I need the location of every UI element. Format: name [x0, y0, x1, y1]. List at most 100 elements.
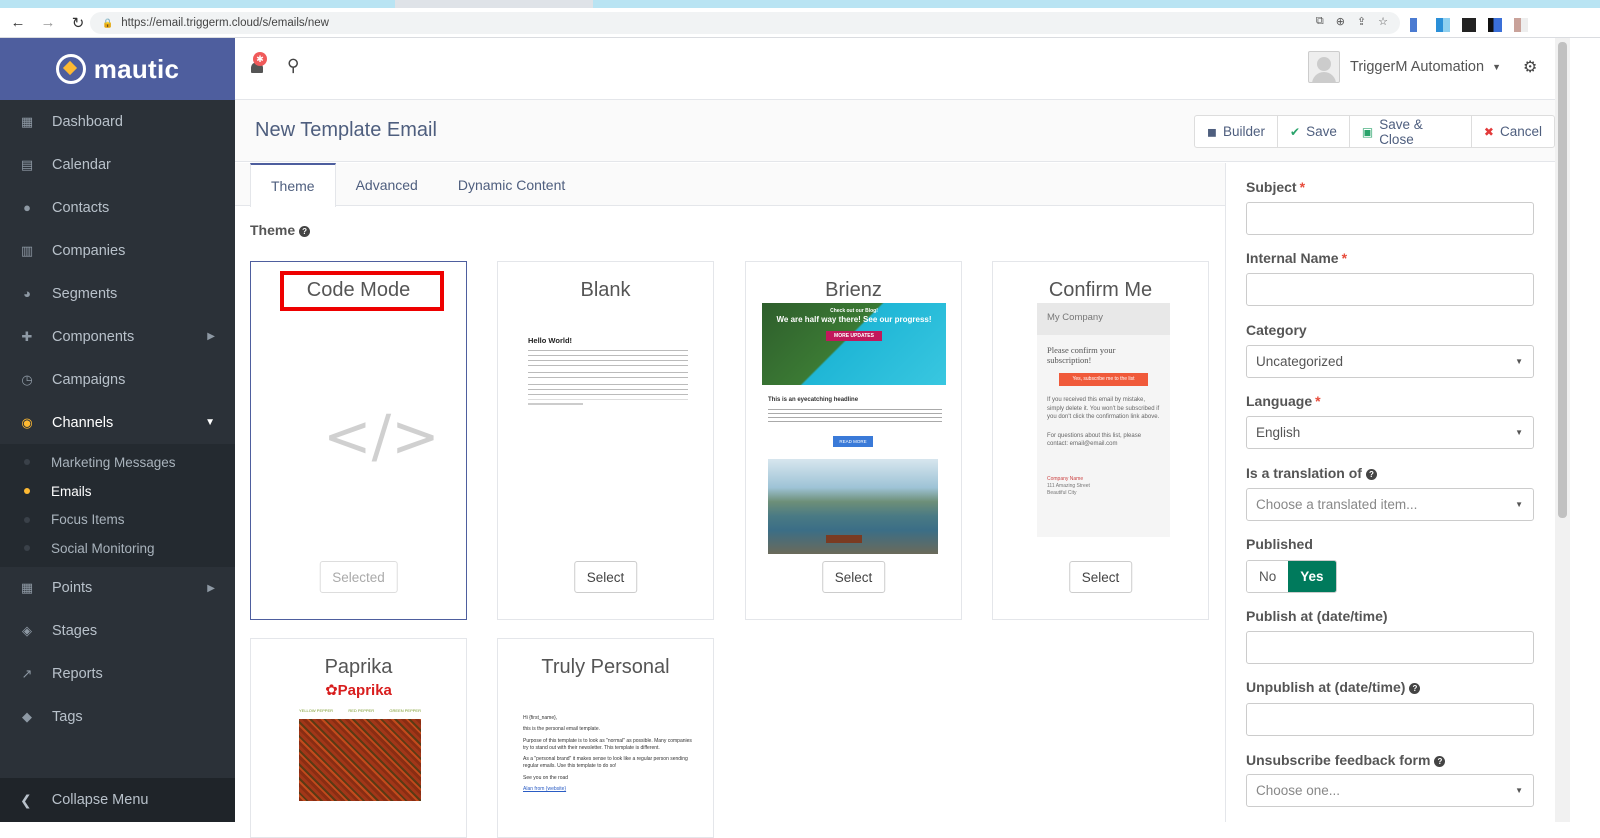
- unsubscribe-form-select[interactable]: Choose one... ▼: [1246, 774, 1534, 807]
- sidebar-item-channels[interactable]: ◉ Channels ▼: [0, 401, 235, 444]
- extension-icon[interactable]: [1462, 18, 1476, 32]
- sidebar-item-components[interactable]: ✚ Components ▶: [0, 315, 235, 358]
- translation-select[interactable]: Choose a translated item... ▼: [1246, 488, 1534, 521]
- help-icon[interactable]: ?: [1409, 683, 1421, 694]
- browser-tab[interactable]: [593, 0, 1600, 8]
- select-button[interactable]: Select: [1068, 561, 1133, 593]
- sidebar-item-reports[interactable]: ↗ Reports: [0, 653, 235, 696]
- internal-name-label: Internal Name *: [1246, 250, 1347, 266]
- help-icon[interactable]: ?: [1434, 756, 1446, 767]
- preview-text-lines: [528, 384, 688, 396]
- calculator-icon: ▦: [20, 580, 34, 596]
- save-label: Save: [1306, 124, 1337, 139]
- cancel-button[interactable]: ✖ Cancel: [1472, 116, 1554, 147]
- tab-theme[interactable]: Theme: [250, 163, 336, 207]
- sidebar-item-tags[interactable]: ◆ Tags: [0, 696, 235, 739]
- internal-name-input[interactable]: [1246, 273, 1534, 306]
- forward-icon[interactable]: →: [36, 11, 60, 35]
- user-menu[interactable]: TriggerM Automation ▼: [1308, 51, 1501, 83]
- theme-card-title: Confirm Me: [1048, 279, 1153, 301]
- sidebar-item-companies[interactable]: ▥ Companies: [0, 229, 235, 272]
- browser-tab-strip: [0, 0, 1600, 8]
- share-icon[interactable]: ⇪: [1357, 15, 1366, 28]
- subject-input[interactable]: [1246, 202, 1534, 235]
- page-scrollbar[interactable]: [1555, 38, 1570, 822]
- scrollbar-thumb[interactable]: [1558, 42, 1567, 518]
- extension-icon[interactable]: [1488, 18, 1502, 32]
- sidebar-subitem-focus-items[interactable]: Focus Items: [0, 505, 235, 534]
- lock-icon[interactable]: 🔒: [102, 18, 113, 29]
- category-select[interactable]: Uncategorized ▼: [1246, 345, 1534, 378]
- collapse-menu-button[interactable]: ❮ Collapse Menu: [0, 778, 235, 822]
- builder-button[interactable]: ◼ Builder: [1195, 116, 1278, 147]
- sidebar-subitem-social-monitoring[interactable]: Social Monitoring: [0, 534, 235, 563]
- sidebar-subitem-marketing-messages[interactable]: Marketing Messages: [0, 448, 235, 477]
- search-icon[interactable]: ⚲: [287, 56, 299, 76]
- subject-label-text: Subject: [1246, 179, 1297, 195]
- sidebar-subitem-emails[interactable]: Emails: [0, 477, 235, 506]
- language-value: English: [1256, 425, 1301, 440]
- selected-button[interactable]: Selected: [319, 561, 398, 593]
- translate-icon[interactable]: ⧉: [1316, 15, 1324, 28]
- notifications-bell-icon[interactable]: ✱: [249, 52, 267, 74]
- preview-bench: [826, 535, 862, 543]
- required-marker: *: [1315, 393, 1321, 409]
- bookmark-star-icon[interactable]: ☆: [1378, 15, 1388, 28]
- extension-icon[interactable]: [1436, 18, 1450, 32]
- sidebar-item-stages[interactable]: ◈ Stages: [0, 610, 235, 653]
- help-icon[interactable]: ?: [299, 226, 311, 237]
- cube-icon: ◼: [1207, 124, 1217, 139]
- unsubscribe-form-label-text: Unsubscribe feedback form: [1246, 752, 1431, 768]
- browser-toolbar: ← → ↻ 🔒 https://email.triggerm.cloud/s/e…: [0, 8, 1600, 38]
- sidebar-item-campaigns[interactable]: ◷ Campaigns: [0, 358, 235, 401]
- preview-banner-small: Check out our Blog!: [830, 308, 878, 314]
- theme-card-code-mode[interactable]: Code Mode </> Selected: [250, 261, 467, 620]
- extension-icon[interactable]: [1410, 18, 1424, 32]
- theme-card-paprika[interactable]: Paprika ✿Paprika YELLOW PEPPER RED PEPPE…: [250, 638, 467, 838]
- address-bar[interactable]: 🔒 https://email.triggerm.cloud/s/emails/…: [90, 12, 1400, 34]
- save-close-button[interactable]: ▣ Save & Close: [1350, 116, 1472, 147]
- paprika-nav-item: RED PEPPER: [348, 708, 375, 713]
- tab-advanced[interactable]: Advanced: [336, 163, 438, 206]
- save-close-label: Save & Close: [1379, 116, 1423, 147]
- theme-card-confirm-me[interactable]: Confirm Me My Company Please confirm you…: [992, 261, 1209, 620]
- language-select[interactable]: English ▼: [1246, 416, 1534, 449]
- sidebar-item-dashboard[interactable]: ▦ Dashboard: [0, 100, 235, 143]
- close-icon: ✖: [1483, 124, 1494, 139]
- zoom-icon[interactable]: ⊕: [1336, 15, 1345, 28]
- publish-at-input[interactable]: [1246, 631, 1534, 664]
- save-button[interactable]: ✔ Save: [1278, 116, 1350, 147]
- sidebar-item-points[interactable]: ▦ Points ▶: [0, 567, 235, 610]
- check-icon: ✔: [1290, 124, 1301, 139]
- profile-icon[interactable]: [1514, 18, 1528, 32]
- category-label: Category: [1246, 322, 1307, 338]
- browser-tab[interactable]: [0, 0, 395, 8]
- sidebar-item-calendar[interactable]: ▤ Calendar: [0, 143, 235, 186]
- chevron-right-icon: ▶: [207, 331, 215, 342]
- required-marker: *: [1299, 179, 1306, 195]
- gear-icon[interactable]: ⚙: [1523, 57, 1537, 77]
- brand-logo[interactable]: mautic: [0, 38, 235, 100]
- dashboard-icon: ▦: [20, 113, 34, 129]
- published-no-option[interactable]: No: [1247, 561, 1289, 592]
- reload-icon[interactable]: ↻: [66, 11, 90, 35]
- select-button[interactable]: Select: [821, 561, 886, 593]
- select-button[interactable]: Select: [573, 561, 638, 593]
- tab-dynamic-content[interactable]: Dynamic Content: [438, 163, 585, 206]
- collapse-menu-label: Collapse Menu: [51, 792, 149, 808]
- sidebar-item-contacts[interactable]: ● Contacts: [0, 186, 235, 229]
- help-icon[interactable]: ?: [1365, 469, 1377, 480]
- theme-card-truly-personal[interactable]: Truly Personal Hi {first_name}, this is …: [497, 638, 714, 838]
- builder-label: Builder: [1222, 124, 1265, 139]
- published-yes-option[interactable]: Yes: [1288, 561, 1336, 592]
- preview-headline: This is an eyecatching headline: [768, 397, 859, 403]
- unpublish-at-input[interactable]: [1246, 703, 1534, 736]
- theme-card-brienz[interactable]: Brienz Check out our Blog! We are half w…: [745, 261, 962, 620]
- language-label-text: Language: [1246, 393, 1313, 409]
- preview-body: Please confirm your subscription! Yes, s…: [1037, 335, 1170, 507]
- theme-card-blank[interactable]: Blank Hello World! Select: [497, 261, 714, 620]
- back-icon[interactable]: ←: [6, 11, 30, 35]
- preview-line: Alan from {website}: [523, 785, 567, 792]
- sidebar-item-segments[interactable]: ◕ Segments: [0, 272, 235, 315]
- internal-name-label-text: Internal Name: [1246, 250, 1339, 266]
